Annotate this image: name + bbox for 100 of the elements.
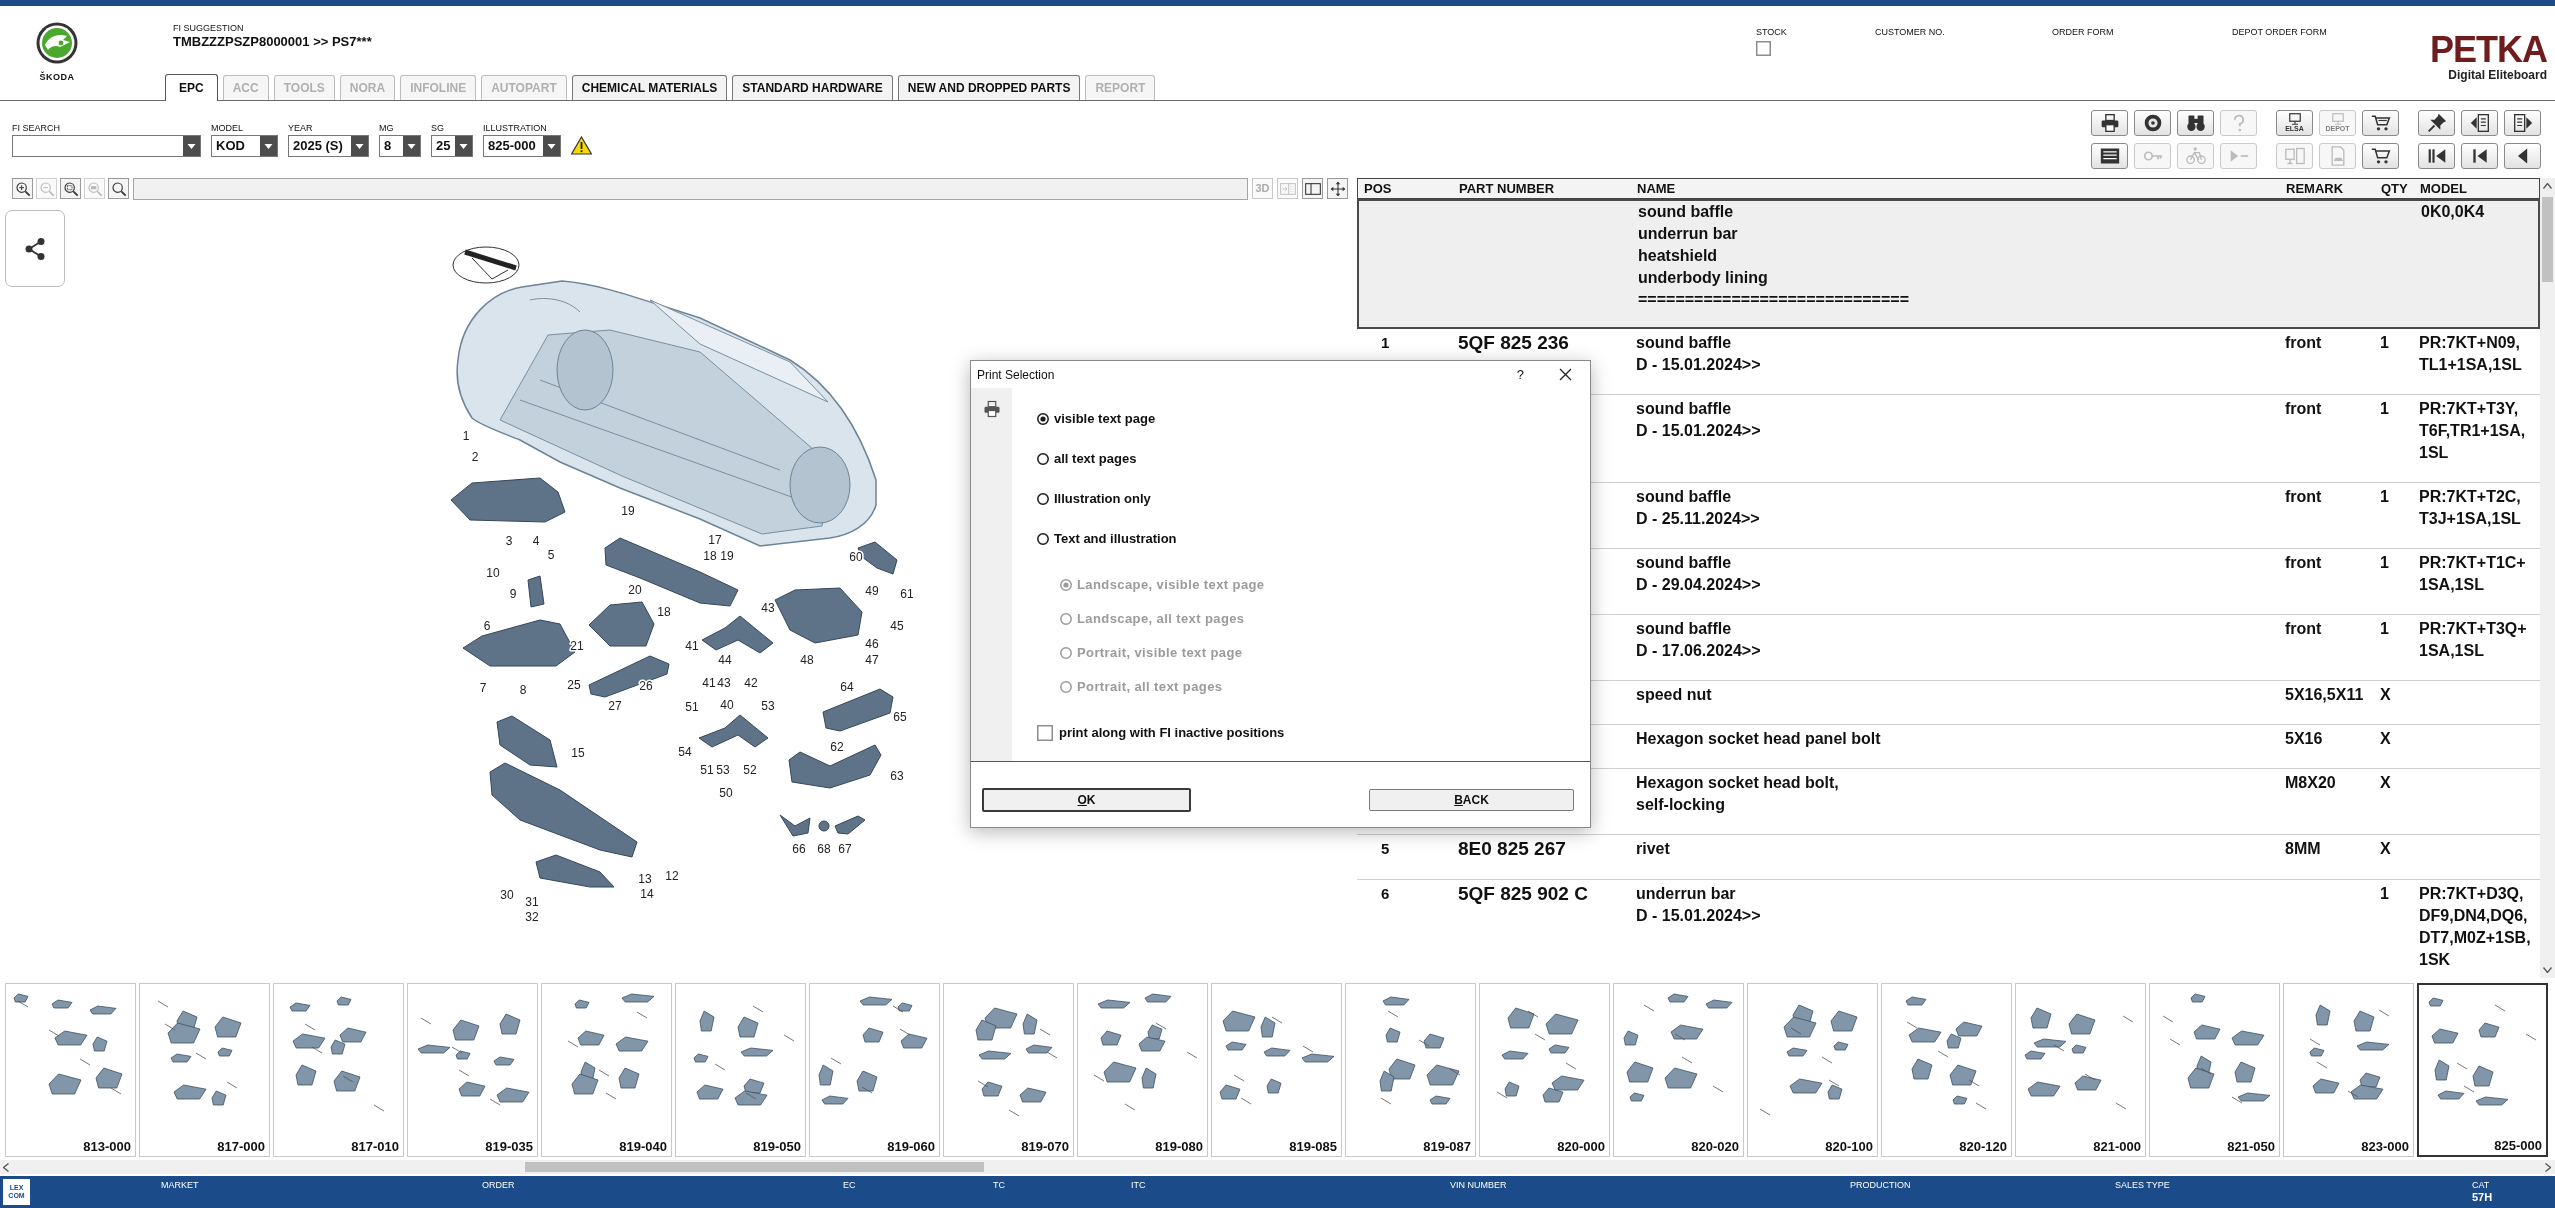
callout-number: 61 bbox=[900, 587, 914, 601]
field-label: STOCK bbox=[1756, 27, 1787, 38]
logo-subtitle: Digital Eliteboard bbox=[2448, 68, 2547, 82]
status-label: PRODUCTION bbox=[1850, 1180, 1911, 1191]
callout-number: 4 bbox=[532, 534, 540, 548]
part-number-cell: 5QF 825 902 C bbox=[1458, 883, 1588, 905]
callout-number: 19 bbox=[621, 504, 635, 518]
quantity-cell-text: 1 bbox=[2380, 884, 2389, 904]
model-cell-text: PR:7KT+T1C+ 1SA,1SL bbox=[2419, 553, 2526, 595]
part-name-cell-text: underrun bar D - 15.01.2024>> bbox=[1636, 884, 1761, 926]
callout-number: 48 bbox=[800, 653, 814, 667]
callout-number: 60 bbox=[849, 550, 863, 564]
part-name-cell-text: sound baffle D - 15.01.2024>> bbox=[1636, 399, 1761, 441]
callout-number: 7 bbox=[479, 681, 487, 695]
callout-number: 44 bbox=[718, 653, 732, 667]
remark-cell-text: 8MM bbox=[2285, 839, 2321, 859]
filter-label: FI SEARCH bbox=[12, 123, 61, 134]
quantity-cell-text: X bbox=[2380, 685, 2391, 705]
filter-label: MG bbox=[379, 123, 395, 134]
filter-label: SG bbox=[431, 123, 445, 134]
model-cell-text: 0K0,0K4 bbox=[2421, 202, 2485, 222]
pos-cell-text: 1 bbox=[1381, 333, 1390, 353]
status-label: VIN NUMBER bbox=[1450, 1180, 1507, 1191]
callout-number: 31 bbox=[525, 895, 539, 909]
callout-number: 50 bbox=[719, 786, 733, 800]
remark-cell-text: front bbox=[2285, 487, 2322, 507]
callout-number: 45 bbox=[890, 619, 904, 633]
model-cell-text: PR:7KT+T2C, T3J+1SA,1SL bbox=[2419, 487, 2521, 529]
part-name-cell-text: Hexagon socket head panel bolt bbox=[1636, 729, 1881, 749]
callout-number: 41 bbox=[702, 676, 716, 690]
callout-number: 9 bbox=[509, 587, 517, 601]
part-name-cell-text: rivet bbox=[1636, 839, 1670, 859]
filter-label: ILLUSTRATION bbox=[483, 123, 548, 134]
callout-number: 1 bbox=[462, 429, 470, 443]
vin-suggestion: TMBZZZPSZP8000001 >> PS7*** bbox=[173, 34, 372, 49]
callout-number: 15 bbox=[571, 746, 585, 760]
callout-number: 8 bbox=[519, 683, 527, 697]
quantity-cell-text: 1 bbox=[2380, 619, 2389, 639]
model-cell-text: PR:7KT+D3Q, DF9,DN4,DQ6, DT7,M0Z+1SB, 1SK bbox=[2419, 884, 2531, 970]
part-number-cell: 5QF 825 236 bbox=[1458, 332, 1569, 354]
callout-number: 51 bbox=[685, 700, 699, 714]
remark-cell-text: 5X16 bbox=[2285, 729, 2323, 749]
callout-number: 12 bbox=[665, 869, 679, 883]
remark-cell-text: front bbox=[2285, 333, 2322, 353]
status-label: ITC bbox=[1131, 1180, 1146, 1191]
quantity-cell-text: 1 bbox=[2380, 399, 2389, 419]
callout-number: 19 bbox=[720, 549, 734, 563]
callout-number: 49 bbox=[865, 584, 879, 598]
callout-number: 53 bbox=[716, 763, 730, 777]
filter-label: MODEL bbox=[211, 123, 244, 134]
pos-cell-text: 5 bbox=[1381, 839, 1390, 859]
callout-number: 65 bbox=[893, 710, 907, 724]
field-label: DEPOT ORDER FORM bbox=[2232, 27, 2327, 38]
part-name-cell-text: sound baffle D - 25.11.2024>> bbox=[1636, 487, 1760, 529]
quantity-cell-text: X bbox=[2380, 729, 2391, 749]
callout-number: 26 bbox=[639, 679, 653, 693]
callout-number: 2 bbox=[471, 450, 479, 464]
model-cell-text: PR:7KT+N09, TL1+1SA,1SL bbox=[2419, 333, 2522, 375]
field-label: ORDER FORM bbox=[2052, 27, 2114, 38]
callout-number: 62 bbox=[830, 740, 844, 754]
callout-number: 17 bbox=[708, 533, 722, 547]
part-name-cell-text: speed nut bbox=[1636, 685, 1712, 705]
callout-number: 20 bbox=[628, 583, 642, 597]
callout-number: 32 bbox=[525, 910, 539, 924]
callout-number: 52 bbox=[743, 763, 757, 777]
callout-number: 14 bbox=[640, 887, 654, 901]
callout-number: 64 bbox=[840, 680, 854, 694]
status-label: MARKET bbox=[161, 1180, 199, 1191]
status-label: CAT bbox=[2472, 1180, 2490, 1191]
callout-number: 13 bbox=[638, 872, 652, 886]
callout-number: 30 bbox=[500, 888, 514, 902]
quantity-cell-text: 1 bbox=[2380, 553, 2389, 573]
logo-title: PETKA bbox=[2430, 32, 2547, 68]
part-number-cell: 8E0 825 267 bbox=[1458, 838, 1566, 860]
field-label: CUSTOMER NO. bbox=[1875, 27, 1945, 38]
remark-cell-text: front bbox=[2285, 619, 2322, 639]
callout-number: 43 bbox=[761, 601, 775, 615]
callout-number: 53 bbox=[761, 699, 775, 713]
part-name-cell-text: sound baffle D - 17.06.2024>> bbox=[1636, 619, 1761, 661]
quantity-cell-text: X bbox=[2380, 839, 2391, 859]
status-label: SALES TYPE bbox=[2115, 1180, 2170, 1191]
callout-number: 41 bbox=[685, 639, 699, 653]
remark-cell-text: 5X16,5X11 bbox=[2285, 685, 2364, 705]
callout-number: 63 bbox=[890, 769, 904, 783]
callout-number: 43 bbox=[717, 676, 731, 690]
callout-number: 68 bbox=[817, 842, 831, 856]
callout-number: 18 bbox=[657, 605, 671, 619]
callout-number: 47 bbox=[865, 653, 879, 667]
pos-cell-text: 6 bbox=[1381, 884, 1390, 904]
quantity-cell-text: 1 bbox=[2380, 487, 2389, 507]
callout-number: 3 bbox=[505, 534, 513, 548]
part-name-cell-text: Hexagon socket head bolt, self-locking bbox=[1636, 773, 1839, 815]
status-label: TC bbox=[993, 1180, 1005, 1191]
callout-number: 6 bbox=[483, 619, 491, 633]
field-label: FI SUGGESTION bbox=[173, 23, 244, 34]
callout-number: 18 bbox=[703, 549, 717, 563]
model-cell-text: PR:7KT+T3Y, T6F,TR1+1SA, 1SL bbox=[2419, 399, 2526, 463]
model-cell-text: PR:7KT+T3Q+ 1SA,1SL bbox=[2419, 619, 2527, 661]
callout-number: 5 bbox=[547, 548, 555, 562]
remark-cell-text: front bbox=[2285, 553, 2322, 573]
